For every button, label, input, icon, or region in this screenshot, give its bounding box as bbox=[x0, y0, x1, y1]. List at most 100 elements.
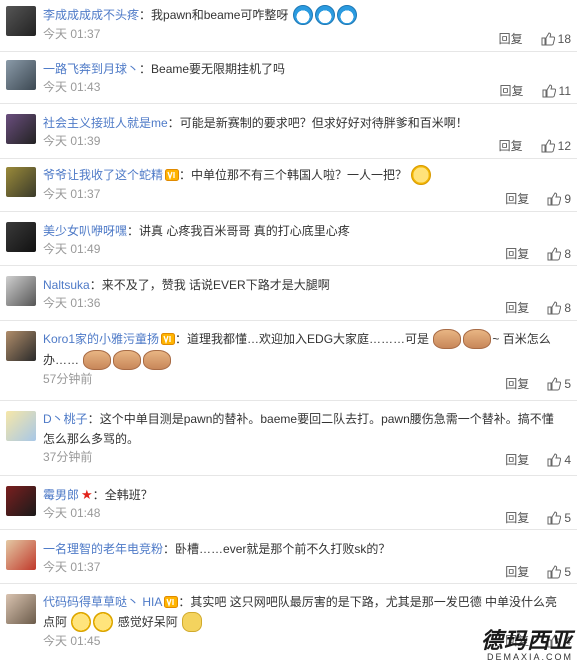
avatar[interactable] bbox=[6, 276, 36, 306]
comment-username[interactable]: 霉男郎 bbox=[43, 488, 79, 502]
smile-emoji-icon bbox=[93, 611, 114, 632]
avatar[interactable] bbox=[6, 331, 36, 361]
poop-emoji-icon bbox=[113, 349, 142, 370]
like-count: 5 bbox=[564, 510, 571, 525]
reply-button[interactable]: 回复 bbox=[505, 509, 529, 526]
comment-text-continued: 办…… bbox=[43, 352, 80, 367]
avatar[interactable] bbox=[6, 114, 36, 144]
avatar[interactable] bbox=[6, 486, 36, 516]
thumbs-up-icon bbox=[542, 83, 556, 97]
comment-username[interactable]: 一路飞奔到月球丶 bbox=[43, 62, 139, 76]
comment-text: 中单位那不有三个韩国人啦？一人一把？ bbox=[191, 168, 408, 182]
comment-time: 今天 01:39 bbox=[43, 134, 101, 148]
like-count: 11 bbox=[558, 83, 571, 98]
like-count: 5 bbox=[564, 564, 571, 579]
comment-time: 今天 01:37 bbox=[43, 26, 101, 41]
comment-text: 卧槽……ever就是那个前不久打败sk的？ bbox=[175, 542, 391, 556]
comment-username[interactable]: 代码码得草草哒丶 HIA bbox=[43, 595, 162, 609]
comment-username[interactable]: Naltsuka bbox=[43, 278, 90, 292]
reply-button[interactable]: 回复 bbox=[505, 375, 529, 392]
thumbs-up-icon bbox=[547, 510, 562, 524]
poop-emoji-icon bbox=[463, 328, 492, 349]
like-count: 12 bbox=[557, 138, 571, 153]
comment-text: 可能是新赛制的要求吧？但求好好对待胖爹和百米啊！ bbox=[179, 116, 468, 130]
doraemon-emoji-icon bbox=[314, 4, 335, 25]
like-count: 5 bbox=[564, 376, 571, 391]
like-count: 18 bbox=[557, 31, 571, 46]
reply-button[interactable]: 回复 bbox=[505, 299, 529, 316]
vip-badge-icon bbox=[161, 332, 176, 345]
vip-badge-icon bbox=[164, 595, 179, 608]
comment-text: 我pawn和beame可咋整呀 bbox=[151, 8, 289, 22]
reply-button[interactable]: 回复 bbox=[505, 563, 529, 580]
poop-emoji-icon bbox=[143, 349, 172, 370]
like-button[interactable]: 9 bbox=[547, 192, 571, 206]
like-count: 4 bbox=[564, 452, 571, 467]
comment-item: 一名理智的老年电竞粉：卧槽……ever就是那个前不久打败sk的？ 今天 01:3… bbox=[0, 530, 577, 584]
comment-time: 今天 01:37 bbox=[43, 186, 101, 201]
like-button[interactable]: 11 bbox=[542, 84, 571, 98]
comment-text-continued: 感觉好呆阿 bbox=[117, 615, 178, 629]
thumbs-up-icon bbox=[547, 246, 562, 260]
comment-username[interactable]: 李成成成成不头疼 bbox=[43, 8, 139, 22]
comment-time: 37分钟前 bbox=[43, 450, 93, 464]
like-button[interactable]: 4 bbox=[547, 453, 571, 467]
avatar[interactable] bbox=[6, 594, 36, 624]
avatar[interactable] bbox=[6, 167, 36, 197]
comment-item: Naltsuka：来不及了，赞我 话说EVER下路才是大腿啊 今天 01:36 … bbox=[0, 266, 577, 321]
avatar[interactable] bbox=[6, 540, 36, 570]
avatar[interactable] bbox=[6, 411, 36, 441]
comment-username[interactable]: Koro1家的小雅污童扬 bbox=[43, 332, 159, 346]
comment-list: 李成成成成不头疼：我pawn和beame可咋整呀 今天 01:37 回复 18 … bbox=[0, 0, 577, 656]
comment-username[interactable]: 美少女叭咿呀嘿 bbox=[43, 224, 127, 238]
like-button[interactable]: 18 bbox=[541, 32, 571, 46]
comment-text: 全韩班？ bbox=[104, 488, 153, 502]
cat-emoji-icon bbox=[182, 611, 203, 632]
like-button[interactable]: 5 bbox=[547, 511, 571, 525]
thumbs-up-icon bbox=[547, 564, 562, 578]
comment-time: 57分钟前 bbox=[43, 371, 93, 386]
comment-time: 今天 01:49 bbox=[43, 242, 101, 256]
comment-text: 道理我都懂…欢迎加入EDG大家庭………可是 bbox=[187, 332, 430, 346]
comment-item: 一路飞奔到月球丶：Beame要无限期挂机了吗 今天 01:43 回复 11 bbox=[0, 52, 577, 104]
comment-text: 来不及了，赞我 话说EVER下路才是大腿啊 bbox=[101, 278, 330, 292]
like-button[interactable]: 5 bbox=[547, 377, 571, 391]
comment-item: 爷爷让我收了这个蛇精 ：中单位那不有三个韩国人啦？一人一把？ 今天 01:37 回… bbox=[0, 159, 577, 212]
comment-username[interactable]: 社会主义接班人就是me bbox=[43, 116, 168, 130]
reply-button[interactable]: 回复 bbox=[505, 245, 529, 262]
comment-text: 这个中单目测是pawn的替补。baeme要回二队去打。pawn腰伤急需一个替补。… bbox=[43, 412, 554, 446]
like-button[interactable]: 5 bbox=[547, 565, 571, 579]
reply-button[interactable]: 回复 bbox=[505, 451, 529, 468]
reply-button[interactable]: 回复 bbox=[499, 30, 523, 47]
comment-item: 霉男郎 ★：全韩班？ 今天 01:48 回复 5 bbox=[0, 476, 577, 530]
avatar[interactable] bbox=[6, 6, 36, 36]
avatar[interactable] bbox=[6, 60, 36, 90]
like-button[interactable]: 8 bbox=[547, 247, 571, 261]
doraemon-emoji-icon bbox=[292, 4, 313, 25]
comment-username[interactable]: 一名理智的老年电竞粉 bbox=[43, 542, 163, 556]
reply-button[interactable]: 回复 bbox=[505, 190, 529, 207]
shocked-emoji-icon bbox=[411, 164, 432, 185]
thumbs-up-icon bbox=[541, 138, 555, 152]
poop-emoji-icon bbox=[83, 349, 112, 370]
comment-text: 讲真 心疼我百米哥哥 真的打心底里心疼 bbox=[139, 224, 350, 238]
comment-time: 今天 01:43 bbox=[43, 80, 101, 94]
vip-badge-icon bbox=[165, 168, 180, 181]
like-button[interactable]: 8 bbox=[547, 301, 571, 315]
watermark-title: 德玛西亚 bbox=[480, 628, 573, 653]
like-count: 8 bbox=[564, 300, 571, 315]
comment-text-continued: ~ 百米怎么 bbox=[492, 332, 551, 346]
like-button[interactable]: 12 bbox=[541, 139, 571, 153]
star-badge-icon: ★ bbox=[81, 487, 93, 502]
thumbs-up-icon bbox=[547, 376, 562, 390]
comment-item: 美少女叭咿呀嘿：讲真 心疼我百米哥哥 真的打心底里心疼 今天 01:49 回复 … bbox=[0, 212, 577, 266]
avatar[interactable] bbox=[6, 222, 36, 252]
reply-button[interactable]: 回复 bbox=[499, 137, 523, 154]
comment-username[interactable]: D丶桃子 bbox=[43, 412, 88, 426]
like-count: 9 bbox=[564, 191, 571, 206]
comment-username[interactable]: 爷爷让我收了这个蛇精 bbox=[43, 168, 163, 182]
reply-button[interactable]: 回复 bbox=[500, 82, 524, 99]
comment-item: 社会主义接班人就是me：可能是新赛制的要求吧？但求好好对待胖爹和百米啊！ 今天 … bbox=[0, 104, 577, 159]
comment-time: 今天 01:37 bbox=[43, 560, 101, 574]
watermark-url: DEMAXIA.COM bbox=[486, 652, 573, 662]
